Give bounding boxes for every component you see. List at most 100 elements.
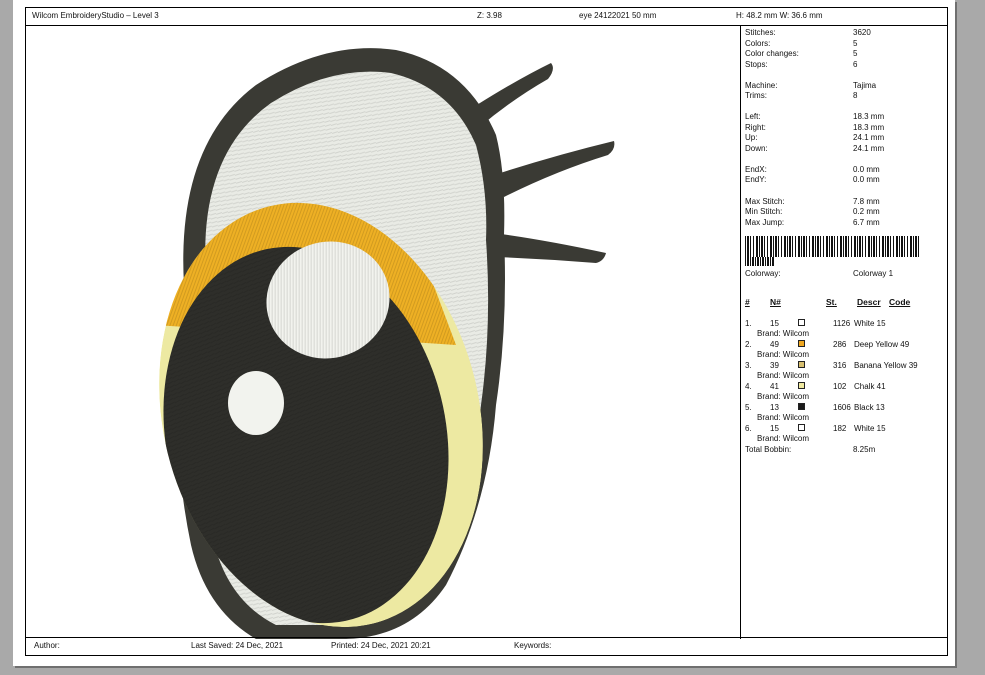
color-index: 1.: [745, 319, 752, 328]
stat-value: 5: [853, 49, 858, 58]
footer-printed: Printed: 24 Dec, 2021 20:21: [331, 641, 431, 650]
app-title: Wilcom EmbroideryStudio – Level 3: [32, 11, 159, 20]
color-number: 39: [770, 361, 779, 370]
color-description: Deep Yellow 49: [854, 340, 910, 349]
color-number: 15: [770, 424, 779, 433]
col-header-n: N#: [770, 297, 781, 307]
stat-label: Up:: [745, 133, 758, 142]
color-number: 13: [770, 403, 779, 412]
color-description: Chalk 41: [854, 382, 886, 391]
color-stitch-count: 316: [833, 361, 847, 370]
color-swatch: [798, 340, 805, 347]
footer-last-saved: Last Saved: 24 Dec, 2021: [191, 641, 284, 650]
stat-label: Stitches:: [745, 28, 776, 37]
stat-label: Right:: [745, 123, 766, 132]
color-description: White 15: [854, 319, 886, 328]
color-index: 4.: [745, 382, 752, 391]
page-footer: Author: Last Saved: 24 Dec, 2021 Printed…: [26, 637, 947, 655]
color-brand: Brand: Wilcom: [757, 371, 810, 380]
stat-label: Trims:: [745, 91, 767, 100]
stat-value: 8: [853, 91, 858, 100]
color-swatch: [798, 361, 805, 368]
stat-value: 18.3 mm: [853, 112, 885, 121]
color-description: Banana Yellow 39: [854, 361, 918, 370]
stat-label: Max Jump:: [745, 218, 785, 227]
stat-value: 0.0 mm: [853, 165, 880, 174]
color-number: 15: [770, 319, 779, 328]
col-header-code: Code: [889, 297, 911, 307]
print-preview-sheet: Wilcom EmbroideryStudio – Level 3 Z: 3.9…: [13, 0, 955, 666]
barcode-small: [745, 257, 775, 266]
col-header-descr: Descr: [857, 297, 881, 307]
color-brand: Brand: Wilcom: [757, 413, 810, 422]
footer-keywords: Keywords:: [514, 641, 552, 650]
design-info-panel: Stitches: 3620 Colors: 5 Color changes: 5 Stop…: [741, 25, 948, 639]
page-header: Wilcom EmbroideryStudio – Level 3 Z: 3.9…: [26, 8, 947, 26]
color-swatch: [798, 424, 805, 431]
highlight-small: [228, 371, 284, 435]
color-description: Black 13: [854, 403, 885, 412]
footer-author: Author:: [34, 641, 60, 650]
color-number: 41: [770, 382, 779, 391]
color-brand: Brand: Wilcom: [757, 329, 810, 338]
stat-row: Color changes: 5: [745, 49, 945, 60]
color-stitch-count: 1606: [833, 403, 851, 412]
stat-label: Max Stitch:: [745, 197, 785, 206]
zoom-readout: Z: 3.98: [477, 11, 502, 20]
eyelash-bottom: [494, 233, 606, 263]
stat-row: Down: 24.1 mm: [745, 144, 945, 155]
stat-label: Left:: [745, 112, 761, 121]
stat-value: 6: [853, 60, 858, 69]
stat-value: 3620: [853, 28, 871, 37]
color-description: White 15: [854, 424, 886, 433]
stat-value: 18.3 mm: [853, 123, 885, 132]
color-stitch-count: 182: [833, 424, 847, 433]
stat-row: Stops: 6: [745, 60, 945, 71]
eyelash-middle: [494, 141, 615, 197]
stat-value: 5: [853, 39, 858, 48]
color-brand: Brand: Wilcom: [757, 434, 810, 443]
color-stitch-count: 286: [833, 340, 847, 349]
stat-label: Stops:: [745, 60, 768, 69]
color-stitch-count: 1126: [833, 319, 851, 328]
color-brand: Brand: Wilcom: [757, 350, 810, 359]
stat-label: Machine:: [745, 81, 778, 90]
col-header-num: #: [745, 297, 750, 307]
stat-value: 0.2 mm: [853, 207, 880, 216]
col-header-st: St.: [826, 297, 837, 307]
stat-label: EndX:: [745, 165, 767, 174]
barcode: [745, 236, 920, 257]
color-swatch: [798, 403, 805, 410]
color-number: 49: [770, 340, 779, 349]
stat-row: Left: 18.3 mm: [745, 112, 945, 123]
stat-label: Color changes:: [745, 49, 799, 58]
color-index: 6.: [745, 424, 752, 433]
page-frame: Wilcom EmbroideryStudio – Level 3 Z: 3.9…: [25, 7, 948, 656]
color-swatch: [798, 319, 805, 326]
stat-row: Stitches: 3620: [745, 28, 945, 39]
stat-row: Trims: 8: [745, 91, 945, 102]
stat-value: 24.1 mm: [853, 133, 885, 142]
embroidery-eye-design: [156, 48, 615, 639]
color-brand: Brand: Wilcom: [757, 392, 810, 401]
design-name: eye 24122021 50 mm: [579, 11, 657, 20]
color-index: 3.: [745, 361, 752, 370]
color-swatch: [798, 382, 805, 389]
design-preview: [26, 25, 741, 639]
stat-row: Up: 24.1 mm: [745, 133, 945, 144]
stat-value: 24.1 mm: [853, 144, 885, 153]
stat-value: 6.7 mm: [853, 218, 880, 227]
stat-value: 7.8 mm: [853, 197, 880, 206]
color-index: 2.: [745, 340, 752, 349]
stat-value: Tajima: [853, 81, 877, 90]
bobbin-row: Total Bobbin: 8.25m: [745, 445, 876, 454]
design-dimensions: H: 48.2 mm W: 36.6 mm: [736, 11, 823, 20]
stat-row: Max Jump: 6.7 mm: [745, 218, 945, 229]
stat-value: 0.0 mm: [853, 175, 880, 184]
stat-row: EndY: 0.0 mm: [745, 175, 945, 186]
stat-label: Min Stitch:: [745, 207, 783, 216]
stat-label: EndY:: [745, 175, 767, 184]
color-stitch-count: 102: [833, 382, 847, 391]
stat-label: Colors:: [745, 39, 771, 48]
stat-row: Min Stitch: 0.2 mm: [745, 207, 945, 218]
